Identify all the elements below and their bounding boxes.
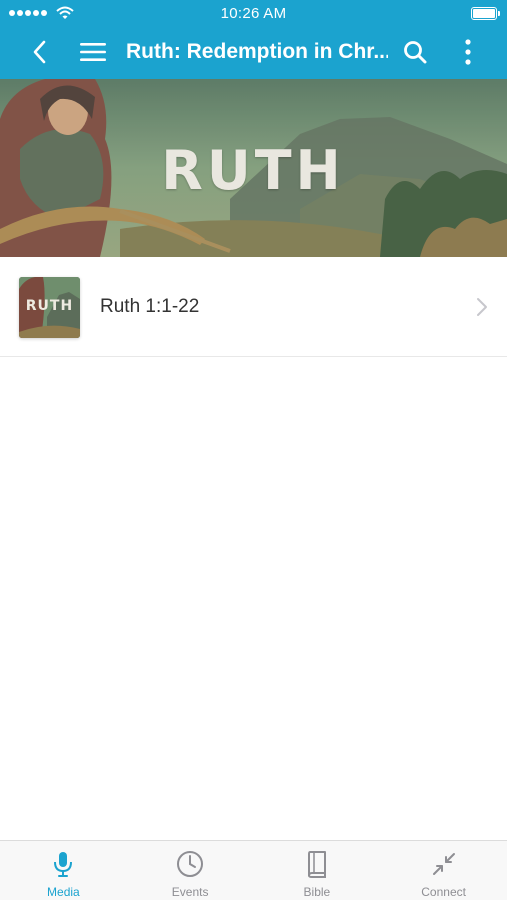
chevron-left-icon xyxy=(33,40,46,64)
banner-title: RUTH xyxy=(161,139,345,202)
book-icon xyxy=(303,850,331,878)
battery-icon xyxy=(471,7,500,20)
series-banner: RUTH xyxy=(0,79,507,257)
tab-label: Connect xyxy=(421,885,466,899)
chevron-right-icon xyxy=(477,298,487,316)
tab-label: Media xyxy=(47,885,80,899)
back-button[interactable] xyxy=(24,37,54,67)
page-title: Ruth: Redemption in Chr... xyxy=(126,40,388,63)
status-bar: 10:26 AM xyxy=(0,0,507,27)
search-button[interactable] xyxy=(400,37,430,67)
menu-button[interactable] xyxy=(78,37,108,67)
tab-label: Bible xyxy=(303,885,331,899)
search-icon xyxy=(404,41,427,64)
more-vertical-icon xyxy=(465,39,471,65)
item-thumbnail: RUTH xyxy=(19,277,80,338)
tab-connect[interactable]: Connect xyxy=(380,841,507,900)
tab-bible[interactable]: Bible xyxy=(254,841,381,900)
more-options-button[interactable] xyxy=(453,37,483,67)
tab-media[interactable]: Media xyxy=(0,841,127,900)
tab-label: Events xyxy=(171,885,209,899)
microphone-icon xyxy=(49,850,77,878)
thumbnail-title: RUTH xyxy=(25,298,74,314)
tab-events[interactable]: Events xyxy=(127,841,254,900)
status-time: 10:26 AM xyxy=(220,5,287,22)
connect-icon xyxy=(430,850,458,878)
list-item[interactable]: RUTH Ruth 1:1-22 xyxy=(0,257,507,357)
tab-bar: Media Events Bible Connect xyxy=(0,840,507,900)
nav-bar: Ruth: Redemption in Chr... xyxy=(0,27,507,79)
app-header: 10:26 AM Ruth: Redemption in Chr... xyxy=(0,0,507,79)
hamburger-menu-icon xyxy=(80,43,106,61)
item-title: Ruth 1:1-22 xyxy=(100,296,200,317)
clock-icon xyxy=(176,850,204,878)
screen: 10:26 AM Ruth: Redemption in Chr... RUTH… xyxy=(0,0,507,900)
